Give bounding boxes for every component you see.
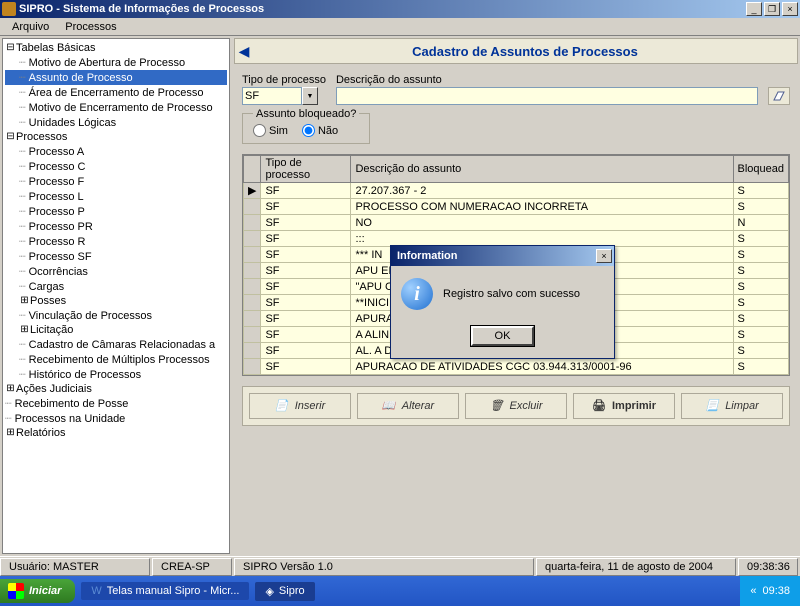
modal-backdrop: Information × i Registro salvo com suces…: [0, 0, 800, 600]
info-dialog: Information × i Registro salvo com suces…: [390, 245, 615, 359]
dialog-title: Information: [393, 250, 594, 262]
dialog-close-button[interactable]: ×: [596, 249, 612, 263]
info-icon: i: [401, 278, 433, 310]
ok-button[interactable]: OK: [471, 326, 535, 346]
dialog-message: Registro salvo com sucesso: [443, 288, 580, 300]
